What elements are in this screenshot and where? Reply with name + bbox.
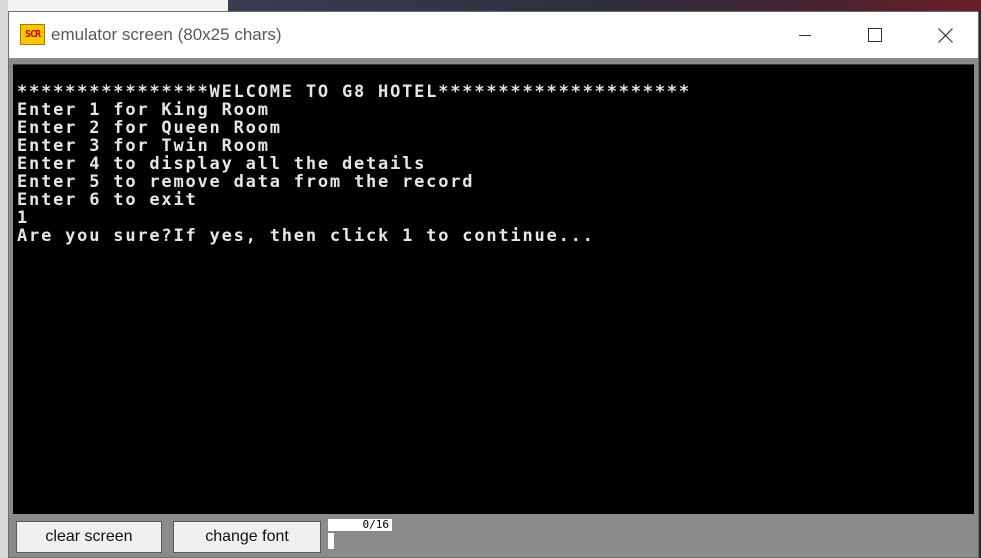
maximize-button[interactable] [851,12,897,58]
desktop-top-window-edge [8,0,228,11]
input-strip[interactable] [328,533,334,549]
desktop-wallpaper [228,0,981,11]
emulator-app-icon: SCR [20,24,45,45]
bottom-toolbar: clear screen change font 0/16 [9,514,978,557]
screen-line-6: Enter 6 to exit [17,190,198,210]
screen-line-4: Enter 4 to display all the details [17,154,427,174]
screen-line-5: Enter 5 to remove data from the record [17,172,475,192]
desktop-left-edge [0,0,8,558]
change-font-button[interactable]: change font [173,521,321,553]
close-icon [938,28,953,43]
screen-line-8: Are you sure?If yes, then click 1 to con… [17,226,595,246]
minimize-icon [799,35,811,36]
console-area: ****************WELCOME TO G8 HOTEL*****… [9,58,978,557]
screen-line-2: Enter 2 for Queen Room [17,118,282,138]
screen-line-7: 1 [17,208,30,228]
window-title: emulator screen (80x25 chars) [51,25,282,44]
char-counter: 0/16 [328,519,392,531]
desktop: SCR emulator screen (80x25 chars) ******… [0,0,981,558]
screen-lines: ****************WELCOME TO G8 HOTEL*****… [17,83,691,245]
emulator-screen[interactable]: ****************WELCOME TO G8 HOTEL*****… [13,64,974,514]
maximize-icon [868,28,882,42]
close-button[interactable] [922,12,968,58]
screen-line-3: Enter 3 for Twin Room [17,136,270,156]
title-bar[interactable]: SCR emulator screen (80x25 chars) [9,12,978,58]
minimize-button[interactable] [782,12,828,58]
screen-line-1: Enter 1 for King Room [17,100,270,120]
clear-screen-button[interactable]: clear screen [16,521,162,553]
emulator-window: SCR emulator screen (80x25 chars) ******… [8,11,979,558]
screen-line-0: ****************WELCOME TO G8 HOTEL*****… [17,82,691,102]
